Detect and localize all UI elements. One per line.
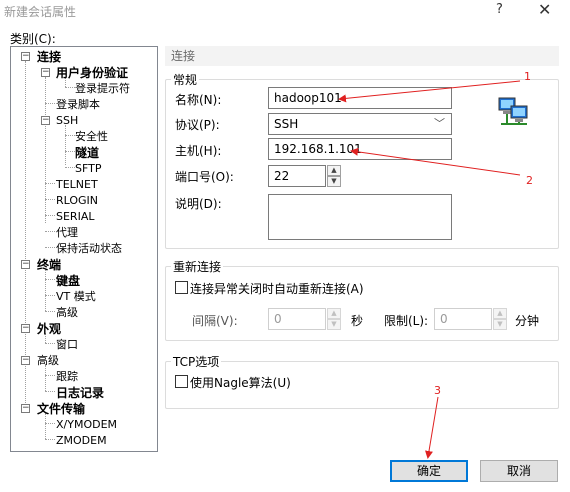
tree-item-login-prompt[interactable]: 登录提示符 <box>75 81 130 97</box>
nagle-checkbox[interactable] <box>175 375 188 388</box>
tree-item-proxy[interactable]: 代理 <box>56 225 78 241</box>
tree-item-advanced[interactable]: 高级 <box>37 353 59 369</box>
interval-unit: 秒 <box>351 314 364 328</box>
reconnect-group-title: 重新连接 <box>171 258 224 275</box>
section-title: 连接 <box>165 46 559 66</box>
tree-item-security[interactable]: 安全性 <box>75 129 108 145</box>
tcp-group-title: TCP选项 <box>171 353 222 370</box>
tree-item-login-script[interactable]: 登录脚本 <box>56 97 100 113</box>
general-group-title: 常规 <box>171 71 200 88</box>
network-computers-icon <box>498 97 528 125</box>
expand-connection-icon[interactable]: − <box>21 52 30 61</box>
interval-label: 间隔(V): <box>192 314 238 328</box>
port-spinner[interactable]: ▲ ▼ <box>327 165 341 187</box>
tree-item-serial[interactable]: SERIAL <box>56 209 94 225</box>
name-input[interactable]: hadoop101 <box>268 87 452 109</box>
auto-reconnect-checkbox[interactable] <box>175 281 188 294</box>
protocol-value: SSH <box>274 117 299 131</box>
spin-up-icon[interactable]: ▲ <box>327 308 341 319</box>
expand-advanced-icon[interactable]: − <box>21 356 30 365</box>
port-input[interactable]: 22 <box>268 165 326 187</box>
tree-item-advanced-terminal[interactable]: 高级 <box>56 305 78 321</box>
tree-item-rlogin[interactable]: RLOGIN <box>56 193 98 209</box>
protocol-select[interactable]: SSH ﹀ <box>268 113 452 135</box>
limit-label: 限制(L): <box>384 314 429 328</box>
tree-item-window[interactable]: 窗口 <box>56 337 78 353</box>
description-label: 说明(D): <box>175 197 222 211</box>
expand-user-auth-icon[interactable]: − <box>41 68 50 77</box>
spin-up-icon[interactable]: ▲ <box>493 308 507 319</box>
spin-up-icon[interactable]: ▲ <box>327 165 341 176</box>
tree-item-keepalive[interactable]: 保持活动状态 <box>56 241 122 257</box>
expand-ssh-icon[interactable]: − <box>41 116 50 125</box>
title-bar: 新建会话属性 ? ✕ <box>0 0 570 22</box>
spin-down-icon[interactable]: ▼ <box>327 176 341 187</box>
spin-down-icon[interactable]: ▼ <box>327 319 341 330</box>
protocol-label: 协议(P): <box>175 118 220 132</box>
expand-terminal-icon[interactable]: − <box>21 260 30 269</box>
help-button[interactable]: ? <box>496 2 503 17</box>
tree-item-appearance[interactable]: 外观 <box>37 321 61 337</box>
tree-item-terminal[interactable]: 终端 <box>37 257 61 273</box>
interval-input[interactable]: 0 <box>268 308 326 330</box>
tree-item-ssh[interactable]: SSH <box>56 113 78 129</box>
tree-item-xymodem[interactable]: X/YMODEM <box>56 417 117 433</box>
port-label: 端口号(O): <box>175 170 234 184</box>
close-button[interactable]: ✕ <box>538 0 551 19</box>
tree-item-connection[interactable]: 连接 <box>37 49 61 65</box>
description-textarea[interactable] <box>268 194 452 240</box>
cancel-button[interactable]: 取消 <box>480 460 558 482</box>
limit-spinner[interactable]: ▲ ▼ <box>493 308 507 330</box>
category-label: 类别(C): <box>10 32 56 46</box>
limit-input[interactable]: 0 <box>434 308 492 330</box>
annotation-number-3: 3 <box>434 384 441 397</box>
spin-down-icon[interactable]: ▼ <box>493 319 507 330</box>
expand-appearance-icon[interactable]: − <box>21 324 30 333</box>
window-title: 新建会话属性 <box>4 5 77 19</box>
expand-file-transfer-icon[interactable]: − <box>21 404 30 413</box>
auto-reconnect-label: 连接异常关闭时自动重新连接(A) <box>190 282 364 296</box>
category-tree[interactable]: − 连接 − 用户身份验证 登录提示符 登录脚本 − SSH 安全性 隧道 SF… <box>10 46 158 452</box>
host-input[interactable]: 192.168.1.101 <box>268 138 452 160</box>
tree-item-keyboard[interactable]: 键盘 <box>56 273 80 289</box>
tree-item-user-auth[interactable]: 用户身份验证 <box>56 65 128 81</box>
tree-item-tunnel[interactable]: 隧道 <box>75 145 99 161</box>
annotation-number-2: 2 <box>526 174 533 187</box>
tree-item-trace[interactable]: 跟踪 <box>56 369 78 385</box>
tree-item-zmodem[interactable]: ZMODEM <box>56 433 107 449</box>
tree-item-vt-mode[interactable]: VT 模式 <box>56 289 96 305</box>
chevron-down-icon: ﹀ <box>434 117 445 130</box>
host-label: 主机(H): <box>175 144 222 158</box>
tree-item-logging[interactable]: 日志记录 <box>56 385 104 401</box>
tree-item-sftp[interactable]: SFTP <box>75 161 101 177</box>
tree-item-file-transfer[interactable]: 文件传输 <box>37 401 85 417</box>
limit-unit: 分钟 <box>515 314 540 328</box>
interval-spinner[interactable]: ▲ ▼ <box>327 308 341 330</box>
name-label: 名称(N): <box>175 93 222 107</box>
nagle-label: 使用Nagle算法(U) <box>190 376 291 390</box>
ok-button[interactable]: 确定 <box>390 460 468 482</box>
annotation-number-1: 1 <box>524 70 531 83</box>
tree-item-telnet[interactable]: TELNET <box>56 177 98 193</box>
